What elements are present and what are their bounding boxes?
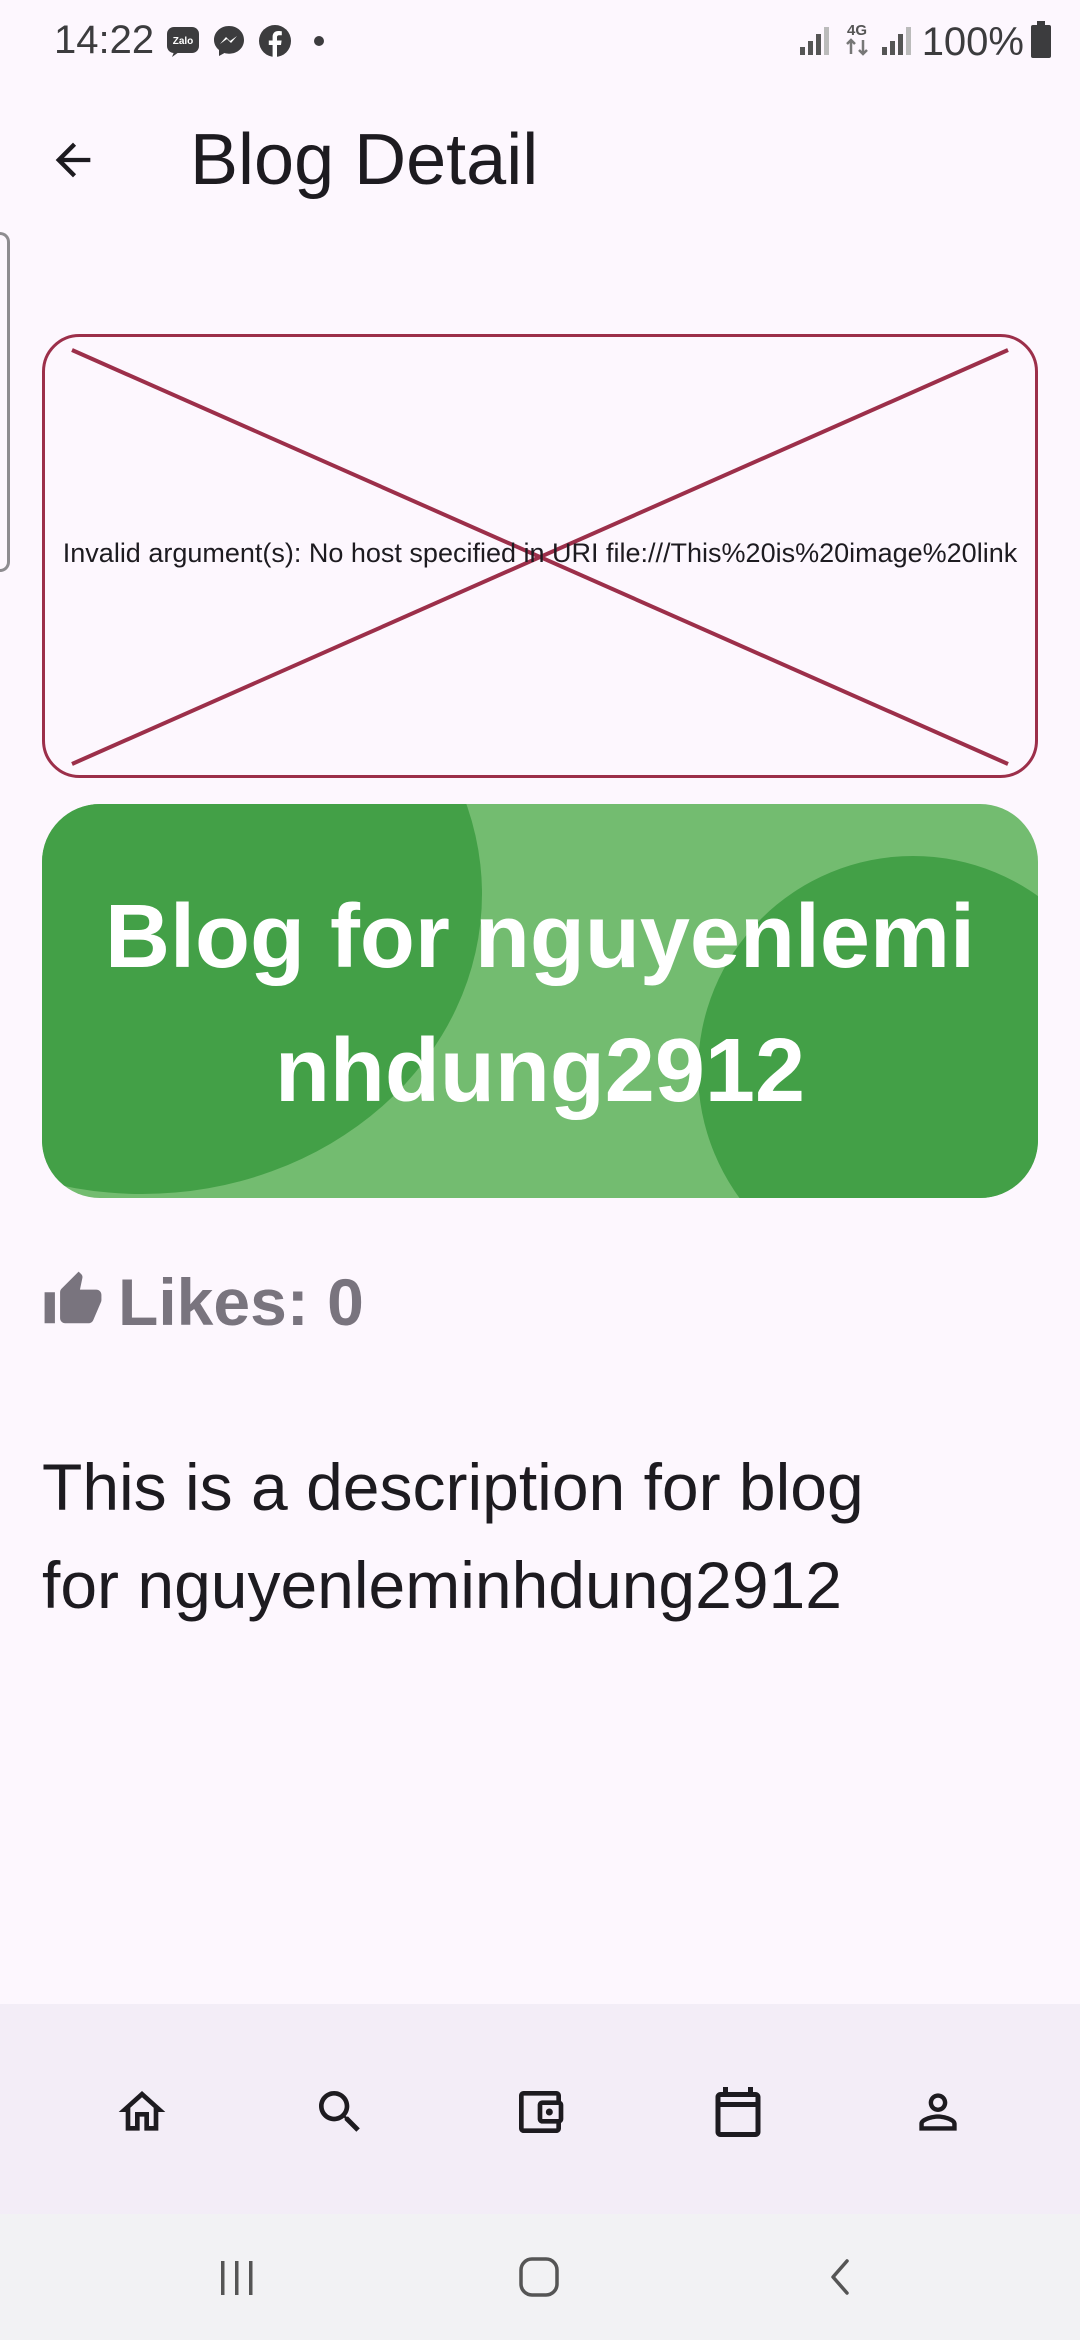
recent-apps-button[interactable]: [202, 2244, 272, 2310]
thumbs-up-icon[interactable]: [42, 1269, 104, 1336]
system-navigation-bar: [0, 2214, 1080, 2340]
network-4g-label: 4G: [847, 22, 867, 39]
back-button[interactable]: [30, 110, 116, 210]
status-right: 4G 100%: [798, 18, 1052, 66]
status-time: 14:22: [54, 18, 155, 62]
likes-count: Likes: 0: [118, 1265, 364, 1339]
battery-percentage: 100%: [921, 19, 1024, 64]
nav-search[interactable]: [302, 2074, 378, 2150]
status-bar: 14:22 Zalo 4G 100%: [0, 0, 1080, 84]
messenger-icon: [212, 24, 246, 58]
home-circle-icon: [519, 2257, 559, 2297]
signal-icon-2: [880, 23, 914, 62]
home-icon: [118, 2091, 166, 2131]
facebook-icon: [258, 24, 292, 58]
zalo-icon: Zalo: [166, 24, 200, 58]
profile-icon: [919, 2093, 957, 2131]
blog-title-banner: Blog for nguyenlemi nhdung2912: [42, 804, 1038, 1198]
nav-calendar[interactable]: [700, 2074, 776, 2150]
signal-icon: [798, 23, 832, 62]
recent-apps-icon: [221, 2261, 253, 2295]
network-4g-icon: 4G: [842, 20, 872, 65]
app-bar: Blog Detail: [0, 100, 1080, 220]
system-home-button[interactable]: [504, 2244, 574, 2310]
zalo-icon-label: Zalo: [173, 36, 194, 47]
calendar-icon: [715, 2087, 761, 2137]
page-title: Blog Detail: [190, 120, 539, 200]
nav-home[interactable]: [104, 2074, 180, 2150]
back-chevron-icon: [831, 2259, 849, 2295]
arrow-back-icon: [55, 142, 91, 178]
blog-image-error: Invalid argument(s): No host specified i…: [42, 334, 1038, 778]
edge-panel-handle[interactable]: [0, 232, 10, 572]
blog-title: Blog for nguyenlemi nhdung2912: [104, 887, 976, 1121]
bottom-navigation: [0, 2004, 1080, 2214]
image-error-message: Invalid argument(s): No host specified i…: [62, 538, 1018, 568]
likes-row: Likes: 0: [42, 1262, 364, 1342]
blog-description: This is a description for blog for nguyen…: [42, 1450, 864, 1622]
nav-profile[interactable]: [900, 2074, 976, 2150]
system-back-button[interactable]: [806, 2244, 876, 2310]
search-icon: [319, 2091, 360, 2132]
nav-wallet[interactable]: [502, 2074, 578, 2150]
dot-icon: [312, 34, 326, 48]
battery-icon: [1030, 20, 1052, 64]
screen: 14:22 Zalo 4G 100% Blog Detail Invalid a…: [0, 0, 1080, 2340]
wallet-icon: [519, 2091, 564, 2133]
